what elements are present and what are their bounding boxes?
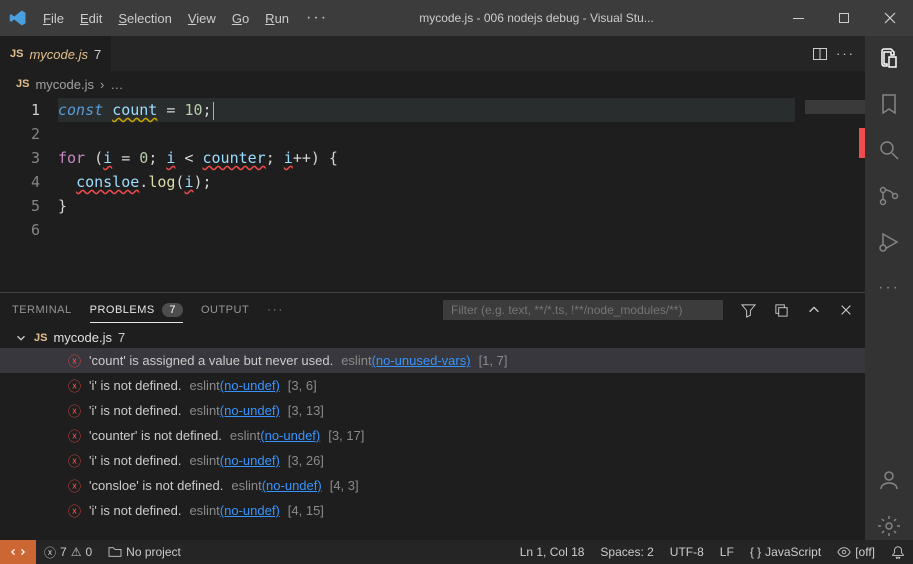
- status-encoding[interactable]: UTF-8: [662, 545, 712, 559]
- maximize-button[interactable]: [821, 0, 867, 36]
- menu-overflow-icon[interactable]: ···: [296, 5, 338, 31]
- status-language[interactable]: { }JavaScript: [742, 545, 829, 559]
- window-title: mycode.js - 006 nodejs debug - Visual St…: [338, 11, 775, 25]
- minimap[interactable]: [795, 96, 865, 292]
- tab-mycode[interactable]: JS mycode.js 7: [0, 36, 111, 71]
- editor[interactable]: 1 2 3 4 5 6 const count = 10; for (i = 0…: [0, 96, 865, 292]
- explorer-icon[interactable]: [875, 44, 903, 72]
- problem-row[interactable]: ⓧ'i' is not defined.eslint(no-undef)[4, …: [0, 498, 865, 523]
- chevron-right-icon: ›: [100, 77, 104, 92]
- error-icon: ⓧ: [68, 401, 81, 420]
- status-indentation[interactable]: Spaces: 2: [592, 545, 661, 559]
- settings-icon[interactable]: [875, 512, 903, 540]
- problems-file-name: mycode.js: [53, 330, 112, 345]
- tab-problem-count: 7: [94, 47, 101, 62]
- problem-row[interactable]: ⓧ'i' is not defined.eslint(no-undef)[3, …: [0, 448, 865, 473]
- search-icon[interactable]: [875, 136, 903, 164]
- problems-filter-input[interactable]: [443, 300, 723, 320]
- menu-selection[interactable]: Selection: [111, 7, 178, 30]
- braces-icon: { }: [750, 545, 761, 559]
- activity-bar: ···: [865, 36, 913, 540]
- error-icon: ⓧ: [68, 426, 81, 445]
- more-icon[interactable]: ···: [875, 274, 903, 302]
- warning-icon: ⚠: [71, 545, 82, 559]
- javascript-icon: JS: [10, 48, 23, 60]
- vscode-logo-icon: [0, 9, 36, 27]
- run-debug-icon[interactable]: [875, 228, 903, 256]
- breadcrumb-file: mycode.js: [35, 77, 94, 92]
- editor-tabs: JS mycode.js 7 ···: [0, 36, 865, 72]
- javascript-icon: JS: [34, 332, 47, 344]
- close-panel-icon[interactable]: [839, 303, 853, 317]
- menu-go[interactable]: Go: [225, 7, 256, 30]
- javascript-icon: JS: [16, 78, 29, 90]
- status-notifications[interactable]: [883, 545, 913, 559]
- status-eol[interactable]: LF: [712, 545, 742, 559]
- breadcrumb-more: …: [110, 77, 123, 92]
- error-icon: ⓧ: [68, 501, 81, 520]
- error-icon: ⓧ: [68, 351, 81, 370]
- menu-view[interactable]: View: [181, 7, 223, 30]
- chevron-down-icon: [14, 331, 28, 345]
- more-actions-icon[interactable]: ···: [836, 46, 855, 61]
- menu-file[interactable]: File: [36, 7, 71, 30]
- bookmark-icon[interactable]: [875, 90, 903, 118]
- problem-row[interactable]: ⓧ'i' is not defined.eslint(no-undef)[3, …: [0, 398, 865, 423]
- problems-file-header[interactable]: JS mycode.js 7: [0, 327, 865, 348]
- status-cursor-position[interactable]: Ln 1, Col 18: [512, 545, 593, 559]
- line-gutter: 1 2 3 4 5 6: [0, 96, 58, 292]
- problems-badge: 7: [162, 303, 183, 317]
- error-icon: ⓧ: [68, 451, 81, 470]
- error-icon: ⓧ: [68, 376, 81, 395]
- tab-output[interactable]: OUTPUT: [201, 298, 249, 322]
- minimize-button[interactable]: [775, 0, 821, 36]
- problem-row[interactable]: ⓧ'i' is not defined.eslint(no-undef)[3, …: [0, 373, 865, 398]
- eye-icon: [837, 546, 851, 558]
- titlebar: File Edit Selection View Go Run ··· myco…: [0, 0, 913, 36]
- status-errors[interactable]: ⓧ7⚠0: [36, 544, 100, 561]
- panel-more-icon[interactable]: ···: [267, 304, 284, 316]
- problem-row[interactable]: ⓧ 'count' is assigned a value but never …: [0, 348, 865, 373]
- problem-row[interactable]: ⓧ'counter' is not defined.eslint(no-unde…: [0, 423, 865, 448]
- error-icon: ⓧ: [44, 544, 56, 561]
- menu-run[interactable]: Run: [258, 7, 296, 30]
- breadcrumb[interactable]: JS mycode.js › …: [0, 72, 865, 96]
- problem-row[interactable]: ⓧ'consloe' is not defined.eslint(no-unde…: [0, 473, 865, 498]
- chevron-up-icon[interactable]: [807, 303, 821, 317]
- problems-list: JS mycode.js 7 ⓧ 'count' is assigned a v…: [0, 327, 865, 540]
- status-project[interactable]: No project: [100, 545, 189, 559]
- menu-edit[interactable]: Edit: [73, 7, 109, 30]
- code-content[interactable]: const count = 10; for (i = 0; i < counte…: [58, 96, 865, 292]
- remote-indicator[interactable]: [0, 540, 36, 564]
- bell-icon: [891, 545, 905, 559]
- source-control-icon[interactable]: [875, 182, 903, 210]
- tab-filename: mycode.js: [29, 47, 88, 62]
- error-icon: ⓧ: [68, 476, 81, 495]
- file-problem-count: 7: [118, 330, 125, 345]
- account-icon[interactable]: [875, 466, 903, 494]
- menu-bar: File Edit Selection View Go Run: [36, 7, 296, 30]
- close-button[interactable]: [867, 0, 913, 36]
- status-preview[interactable]: [off]: [829, 545, 883, 559]
- split-editor-icon[interactable]: [812, 46, 828, 62]
- filter-icon[interactable]: [741, 303, 756, 318]
- tab-terminal[interactable]: TERMINAL: [12, 298, 72, 322]
- collapse-all-icon[interactable]: [774, 303, 789, 318]
- bottom-panel: TERMINAL PROBLEMS 7 OUTPUT ··· JS mycode…: [0, 292, 865, 540]
- folder-icon: [108, 546, 122, 558]
- status-bar: ⓧ7⚠0 No project Ln 1, Col 18 Spaces: 2 U…: [0, 540, 913, 564]
- tab-problems[interactable]: PROBLEMS 7: [90, 298, 183, 323]
